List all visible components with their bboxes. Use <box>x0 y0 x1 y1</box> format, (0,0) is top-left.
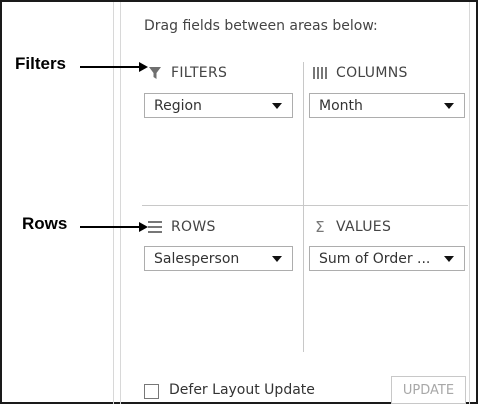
rows-title-label: ROWS <box>171 219 216 235</box>
rows-field-dropdown[interactable]: Salesperson <box>144 246 293 271</box>
filters-annotation-arrow <box>80 62 148 72</box>
gutter-divider <box>120 2 121 404</box>
chevron-down-icon <box>444 256 454 262</box>
rows-annotation: Rows <box>22 214 68 233</box>
filters-area-title: FILTERS <box>147 65 227 81</box>
defer-layout-label: Defer Layout Update <box>169 382 315 398</box>
area-divider-vertical <box>303 62 304 352</box>
filters-title-label: FILTERS <box>171 65 228 81</box>
rows-area-title: ROWS <box>147 219 216 235</box>
columns-area-title: COLUMNS <box>312 65 408 81</box>
chevron-down-icon <box>272 103 282 109</box>
defer-layout-checkbox[interactable] <box>144 384 159 399</box>
values-field-label: Sum of Order ... <box>319 250 431 267</box>
gutter-divider <box>113 2 114 404</box>
columns-title-label: COLUMNS <box>336 65 408 81</box>
columns-icon <box>312 65 328 81</box>
chevron-down-icon <box>444 103 454 109</box>
columns-field-dropdown[interactable]: Month <box>309 93 465 118</box>
filters-field-label: Region <box>154 97 202 114</box>
filter-icon <box>147 65 163 81</box>
rows-icon <box>147 219 163 235</box>
drag-fields-instruction: Drag fields between areas below: <box>144 18 378 34</box>
scrollbar-track[interactable] <box>469 2 470 404</box>
filters-annotation: Filters <box>15 54 67 73</box>
values-title-label: VALUES <box>336 219 392 235</box>
filters-field-dropdown[interactable]: Region <box>144 93 293 118</box>
pivot-field-areas-panel: Filters Rows Drag fields between areas b… <box>0 0 478 404</box>
columns-field-label: Month <box>319 97 363 114</box>
sigma-icon: Σ <box>315 218 325 236</box>
update-button[interactable]: UPDATE <box>391 376 466 404</box>
rows-field-label: Salesperson <box>154 250 240 267</box>
chevron-down-icon <box>272 256 282 262</box>
area-divider-horizontal <box>142 205 468 206</box>
values-area-title: Σ VALUES <box>312 218 392 236</box>
rows-annotation-arrow <box>80 222 148 232</box>
values-field-dropdown[interactable]: Sum of Order ... <box>309 246 465 271</box>
